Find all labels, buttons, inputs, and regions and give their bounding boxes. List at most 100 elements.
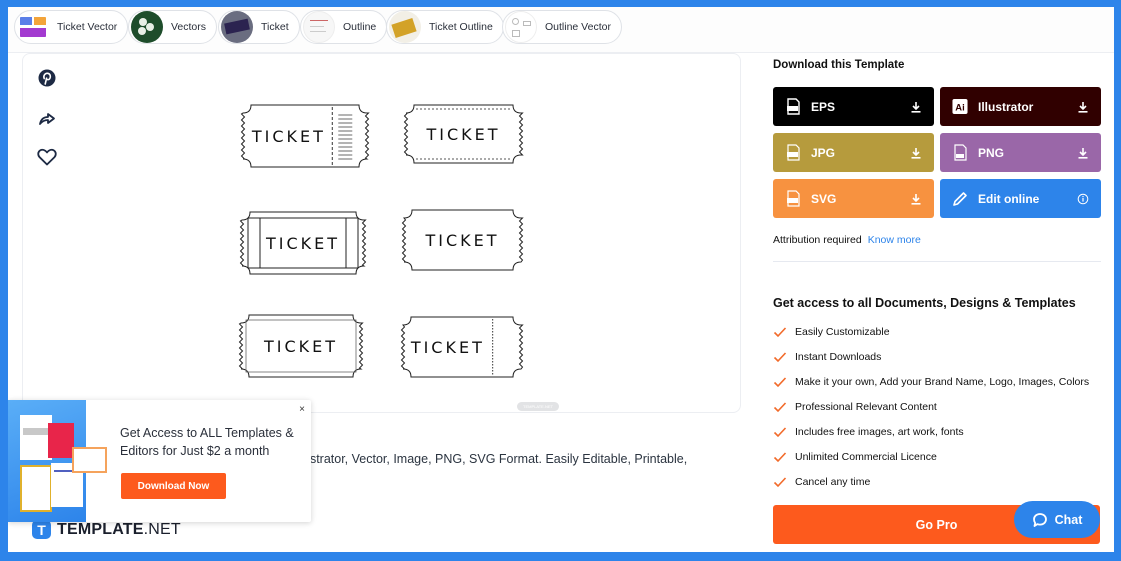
edit-online-button[interactable]: Edit online: [940, 179, 1101, 218]
chip-ticket-vector[interactable]: Ticket Vector: [14, 10, 129, 44]
chip-ticket[interactable]: Ticket: [218, 10, 300, 44]
checkmark-icon: [773, 451, 787, 462]
download-eps-button[interactable]: EPS: [773, 87, 934, 126]
know-more-link[interactable]: Know more: [868, 234, 921, 246]
ticket-text: TICKET: [251, 127, 326, 146]
download-now-button[interactable]: Download Now: [121, 473, 226, 499]
download-illustrator-button[interactable]: Ai Illustrator: [940, 87, 1101, 126]
format-label: SVG: [811, 191, 837, 206]
chip-label: Vectors: [171, 21, 207, 33]
format-label: Illustrator: [978, 99, 1034, 114]
chat-button[interactable]: Chat: [1014, 501, 1100, 538]
feature-label: Professional Relevant Content: [795, 400, 937, 413]
favorite-button[interactable]: [37, 147, 57, 167]
download-icon: [1078, 101, 1088, 113]
attribution: Attribution required Know more: [773, 234, 921, 246]
template-preview: TICKET TICKET TICKET TICKET TICKET TICKET TEM…: [22, 53, 741, 413]
download-svg-button[interactable]: SVG: [773, 179, 934, 218]
download-icon: [911, 193, 921, 205]
feature-item: Make it your own, Add your Brand Name, L…: [773, 369, 1089, 394]
access-title: Get access to all Documents, Designs & T…: [773, 296, 1076, 310]
feature-label: Cancel any time: [795, 475, 871, 488]
ticket-outline: [401, 209, 524, 271]
info-icon[interactable]: [1077, 193, 1089, 205]
logo-mark: T: [32, 520, 51, 539]
chat-bubble-icon: [1032, 512, 1047, 527]
checkmark-icon: [773, 351, 787, 362]
ticket-text: TICKET: [263, 337, 338, 356]
feature-label: Instant Downloads: [795, 350, 882, 363]
feature-item: Unlimited Commercial Licence: [773, 444, 1089, 469]
checkmark-icon: [773, 376, 787, 387]
close-popup-button[interactable]: ×: [299, 404, 305, 415]
ticket-vector-thumb: [17, 11, 49, 43]
ticket-text: TICKET: [410, 338, 485, 357]
template-net-logo[interactable]: T TEMPLATE.NET: [32, 520, 181, 539]
divider: [773, 261, 1101, 262]
svg-text:Ai: Ai: [955, 101, 964, 112]
ticket-outline: [400, 316, 524, 378]
chip-outline-vector[interactable]: Outline Vector: [502, 10, 622, 44]
format-label: JPG: [811, 145, 836, 160]
chip-label: Ticket Outline: [429, 21, 493, 33]
outline-thumb: [303, 11, 335, 43]
heart-icon: [37, 148, 57, 166]
promo-popup: × Get Access to ALL Templates & Editors …: [8, 400, 311, 522]
ticket-text: TICKET: [265, 234, 340, 253]
ticket-outline: [238, 314, 364, 378]
ticket-outline: [403, 104, 524, 164]
share-button[interactable]: [37, 108, 57, 128]
download-icon: [911, 147, 921, 159]
format-label: Edit online: [978, 191, 1040, 206]
format-label: EPS: [811, 99, 836, 114]
vectors-thumb: [131, 11, 163, 43]
feature-item: Cancel any time: [773, 469, 1089, 494]
chip-ticket-outline[interactable]: Ticket Outline: [386, 10, 504, 44]
feature-list: Easily Customizable Instant Downloads Make…: [773, 319, 1089, 494]
download-png-button[interactable]: PNG: [940, 133, 1101, 172]
chip-label: Outline Vector: [545, 21, 611, 33]
checkmark-icon: [773, 426, 787, 437]
chip-label: Ticket Vector: [57, 21, 118, 33]
pencil-icon: [952, 190, 968, 208]
ticket-text: TICKET: [424, 231, 499, 250]
promo-text: Get Access to ALL Templates & Editors fo…: [120, 426, 294, 458]
template-description: ustrator, Vector, Image, PNG, SVG Format…: [303, 452, 688, 466]
checkmark-icon: [773, 401, 787, 412]
page: Ticket Vector Vectors Ticket Outline Tic…: [8, 7, 1114, 552]
download-icon: [1078, 147, 1088, 159]
share-icon: [39, 113, 55, 125]
feature-item: Includes free images, art work, fonts: [773, 419, 1089, 444]
ticket-outline: [240, 104, 370, 168]
ticket-outline: [239, 211, 367, 275]
chip-vectors[interactable]: Vectors: [128, 10, 218, 44]
feature-item: Easily Customizable: [773, 319, 1089, 344]
chip-outline[interactable]: Outline: [300, 10, 388, 44]
feature-item: Instant Downloads: [773, 344, 1089, 369]
download-icon: [911, 101, 921, 113]
chip-label: Ticket: [261, 21, 289, 33]
svg-file-icon: [785, 190, 801, 208]
chat-label: Chat: [1054, 512, 1083, 527]
inner-frame: [245, 319, 357, 373]
feature-label: Make it your own, Add your Brand Name, L…: [795, 375, 1090, 388]
ticket-outline-thumb: [389, 11, 421, 43]
feature-label: Unlimited Commercial Licence: [795, 450, 937, 463]
logo-wordmark: TEMPLATE.NET: [57, 520, 181, 538]
download-title: Download this Template: [773, 59, 905, 71]
related-tags-bar: Ticket Vector Vectors Ticket Outline Tic…: [8, 7, 1114, 53]
chip-label: Outline: [343, 21, 377, 33]
pinterest-button[interactable]: [37, 68, 57, 88]
promo-image: [8, 400, 107, 522]
watermark: TEMPLATE.NET: [517, 402, 559, 411]
inner-frame: [247, 217, 359, 269]
checkmark-icon: [773, 326, 787, 337]
ticket-thumb: [221, 11, 253, 43]
pinterest-icon: [38, 69, 56, 87]
jpg-file-icon: [785, 144, 801, 162]
feature-item: Professional Relevant Content: [773, 394, 1089, 419]
illustrator-icon: Ai: [952, 98, 968, 116]
feature-label: Easily Customizable: [795, 325, 890, 338]
download-jpg-button[interactable]: JPG: [773, 133, 934, 172]
feature-label: Includes free images, art work, fonts: [795, 425, 964, 438]
